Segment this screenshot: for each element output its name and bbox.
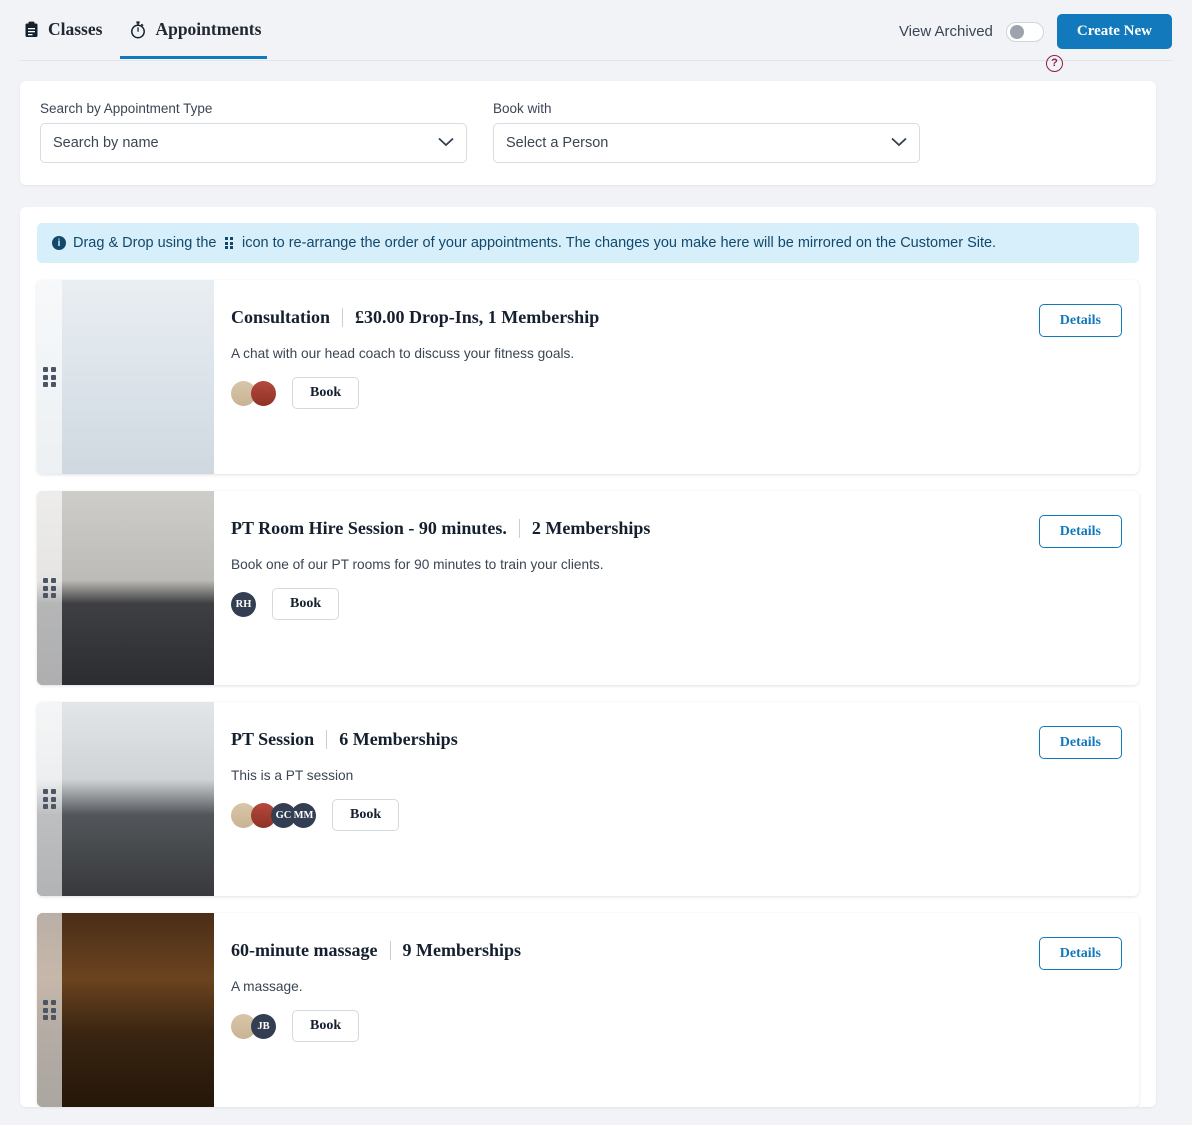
appointment-title: Consultation — [231, 307, 330, 328]
title-divider — [326, 730, 327, 749]
drag-handle-icon — [225, 237, 233, 249]
appointment-body: 60-minute massage 9 Memberships A massag… — [214, 913, 1139, 1107]
filters-panel: Search by Appointment Type Search by nam… — [20, 81, 1156, 185]
appointment-body: Consultation £30.00 Drop-Ins, 1 Membersh… — [214, 280, 1139, 474]
clipboard-icon — [24, 21, 39, 38]
instructor-avatars: RH — [231, 592, 251, 617]
appointment-meta: 2 Memberships — [532, 518, 651, 539]
field-appointment-type: Search by Appointment Type Search by nam… — [40, 101, 467, 163]
appointment-description: A chat with our head coach to discuss yo… — [231, 346, 1139, 361]
info-icon: i — [52, 236, 66, 250]
details-button[interactable]: Details — [1039, 304, 1122, 337]
appointment-body: PT Room Hire Session - 90 minutes. 2 Mem… — [214, 491, 1139, 685]
tab-appointments[interactable]: Appointments — [120, 0, 279, 59]
appointment-image — [37, 702, 214, 896]
tab-appointments-label: Appointments — [155, 19, 261, 40]
appointment-meta: £30.00 Drop-Ins, 1 Membership — [355, 307, 599, 328]
instructor-avatars: JB — [231, 1014, 271, 1039]
appointment-description: A massage. — [231, 979, 1139, 994]
book-button[interactable]: Book — [332, 799, 399, 831]
appointment-photo — [37, 491, 214, 685]
view-archived-label: View Archived — [899, 23, 993, 40]
appointment-actions: JB Book — [231, 1010, 1139, 1042]
help-circle-icon[interactable]: ? — [1046, 55, 1063, 72]
appointment-card: Consultation £30.00 Drop-Ins, 1 Membersh… — [37, 280, 1139, 474]
book-button[interactable]: Book — [292, 377, 359, 409]
avatar-initials: RH — [231, 592, 256, 617]
book-with-select[interactable]: Select a Person — [493, 123, 920, 163]
appointment-description: Book one of our PT rooms for 90 minutes … — [231, 557, 1139, 572]
appointment-description: This is a PT session — [231, 768, 1139, 783]
field-book-with: Book with Select a Person — [493, 101, 920, 163]
drag-handle-icon — [43, 789, 56, 809]
appointment-image — [37, 280, 214, 474]
chevron-down-icon — [891, 135, 907, 151]
tab-classes-label: Classes — [48, 19, 102, 40]
drag-handle[interactable] — [37, 702, 62, 896]
appointment-photo — [37, 280, 214, 474]
avatar-initials: JB — [251, 1014, 276, 1039]
appointment-photo — [37, 913, 214, 1107]
drag-handle[interactable] — [37, 491, 62, 685]
appointment-title: PT Room Hire Session - 90 minutes. — [231, 518, 507, 539]
appointment-title-row: PT Room Hire Session - 90 minutes. 2 Mem… — [231, 518, 1139, 539]
details-button[interactable]: Details — [1039, 937, 1122, 970]
drag-drop-banner: i Drag & Drop using the icon to re-arran… — [37, 223, 1139, 263]
top-bar-actions: View Archived Create New — [899, 0, 1172, 49]
book-button[interactable]: Book — [292, 1010, 359, 1042]
drag-handle-icon — [43, 1000, 56, 1020]
instructor-avatars: GCMM — [231, 803, 311, 828]
title-divider — [390, 941, 391, 960]
tabs-divider — [20, 60, 1172, 61]
appointment-meta: 6 Memberships — [339, 729, 458, 750]
appointment-type-select[interactable]: Search by name — [40, 123, 467, 163]
drag-handle[interactable] — [37, 280, 62, 474]
main-tabs: Classes Appointments — [14, 0, 279, 59]
appointment-actions: Book — [231, 377, 1139, 409]
appointment-image — [37, 913, 214, 1107]
appointment-card: 60-minute massage 9 Memberships A massag… — [37, 913, 1139, 1107]
appointment-actions: GCMM Book — [231, 799, 1139, 831]
appointment-title: PT Session — [231, 729, 314, 750]
create-new-button[interactable]: Create New — [1057, 14, 1172, 49]
view-archived-toggle[interactable] — [1006, 22, 1044, 42]
appointment-title-row: PT Session 6 Memberships — [231, 729, 1139, 750]
appointment-type-value: Search by name — [53, 135, 159, 151]
appointment-title-row: Consultation £30.00 Drop-Ins, 1 Membersh… — [231, 307, 1139, 328]
drag-handle-icon — [43, 578, 56, 598]
appointment-type-label: Search by Appointment Type — [40, 101, 467, 116]
appointment-meta: 9 Memberships — [403, 940, 522, 961]
avatar-initials: MM — [291, 803, 316, 828]
details-button[interactable]: Details — [1039, 515, 1122, 548]
appointment-card: PT Room Hire Session - 90 minutes. 2 Mem… — [37, 491, 1139, 685]
banner-text-after: icon to re-arrange the order of your app… — [242, 235, 996, 251]
appointments-panel: i Drag & Drop using the icon to re-arran… — [20, 207, 1156, 1107]
chevron-down-icon — [438, 135, 454, 151]
book-with-value: Select a Person — [506, 135, 608, 151]
appointment-card: PT Session 6 Memberships This is a PT se… — [37, 702, 1139, 896]
stopwatch-icon — [130, 21, 146, 39]
avatar-photo — [251, 381, 276, 406]
appointment-photo — [37, 702, 214, 896]
toggle-knob — [1010, 25, 1024, 39]
drag-handle-icon — [43, 367, 56, 387]
book-button[interactable]: Book — [272, 588, 339, 620]
drag-handle[interactable] — [37, 913, 62, 1107]
instructor-avatars — [231, 381, 271, 406]
banner-text-before: Drag & Drop using the — [73, 235, 216, 251]
tab-classes[interactable]: Classes — [14, 0, 120, 59]
appointment-body: PT Session 6 Memberships This is a PT se… — [214, 702, 1139, 896]
appointment-title-row: 60-minute massage 9 Memberships — [231, 940, 1139, 961]
book-with-label: Book with — [493, 101, 920, 116]
title-divider — [342, 308, 343, 327]
details-button[interactable]: Details — [1039, 726, 1122, 759]
appointment-actions: RH Book — [231, 588, 1139, 620]
appointment-card-list: Consultation £30.00 Drop-Ins, 1 Membersh… — [37, 280, 1139, 1107]
appointment-title: 60-minute massage — [231, 940, 378, 961]
title-divider — [519, 519, 520, 538]
top-bar: Classes Appointments View Archived Creat… — [0, 0, 1192, 61]
appointment-image — [37, 491, 214, 685]
